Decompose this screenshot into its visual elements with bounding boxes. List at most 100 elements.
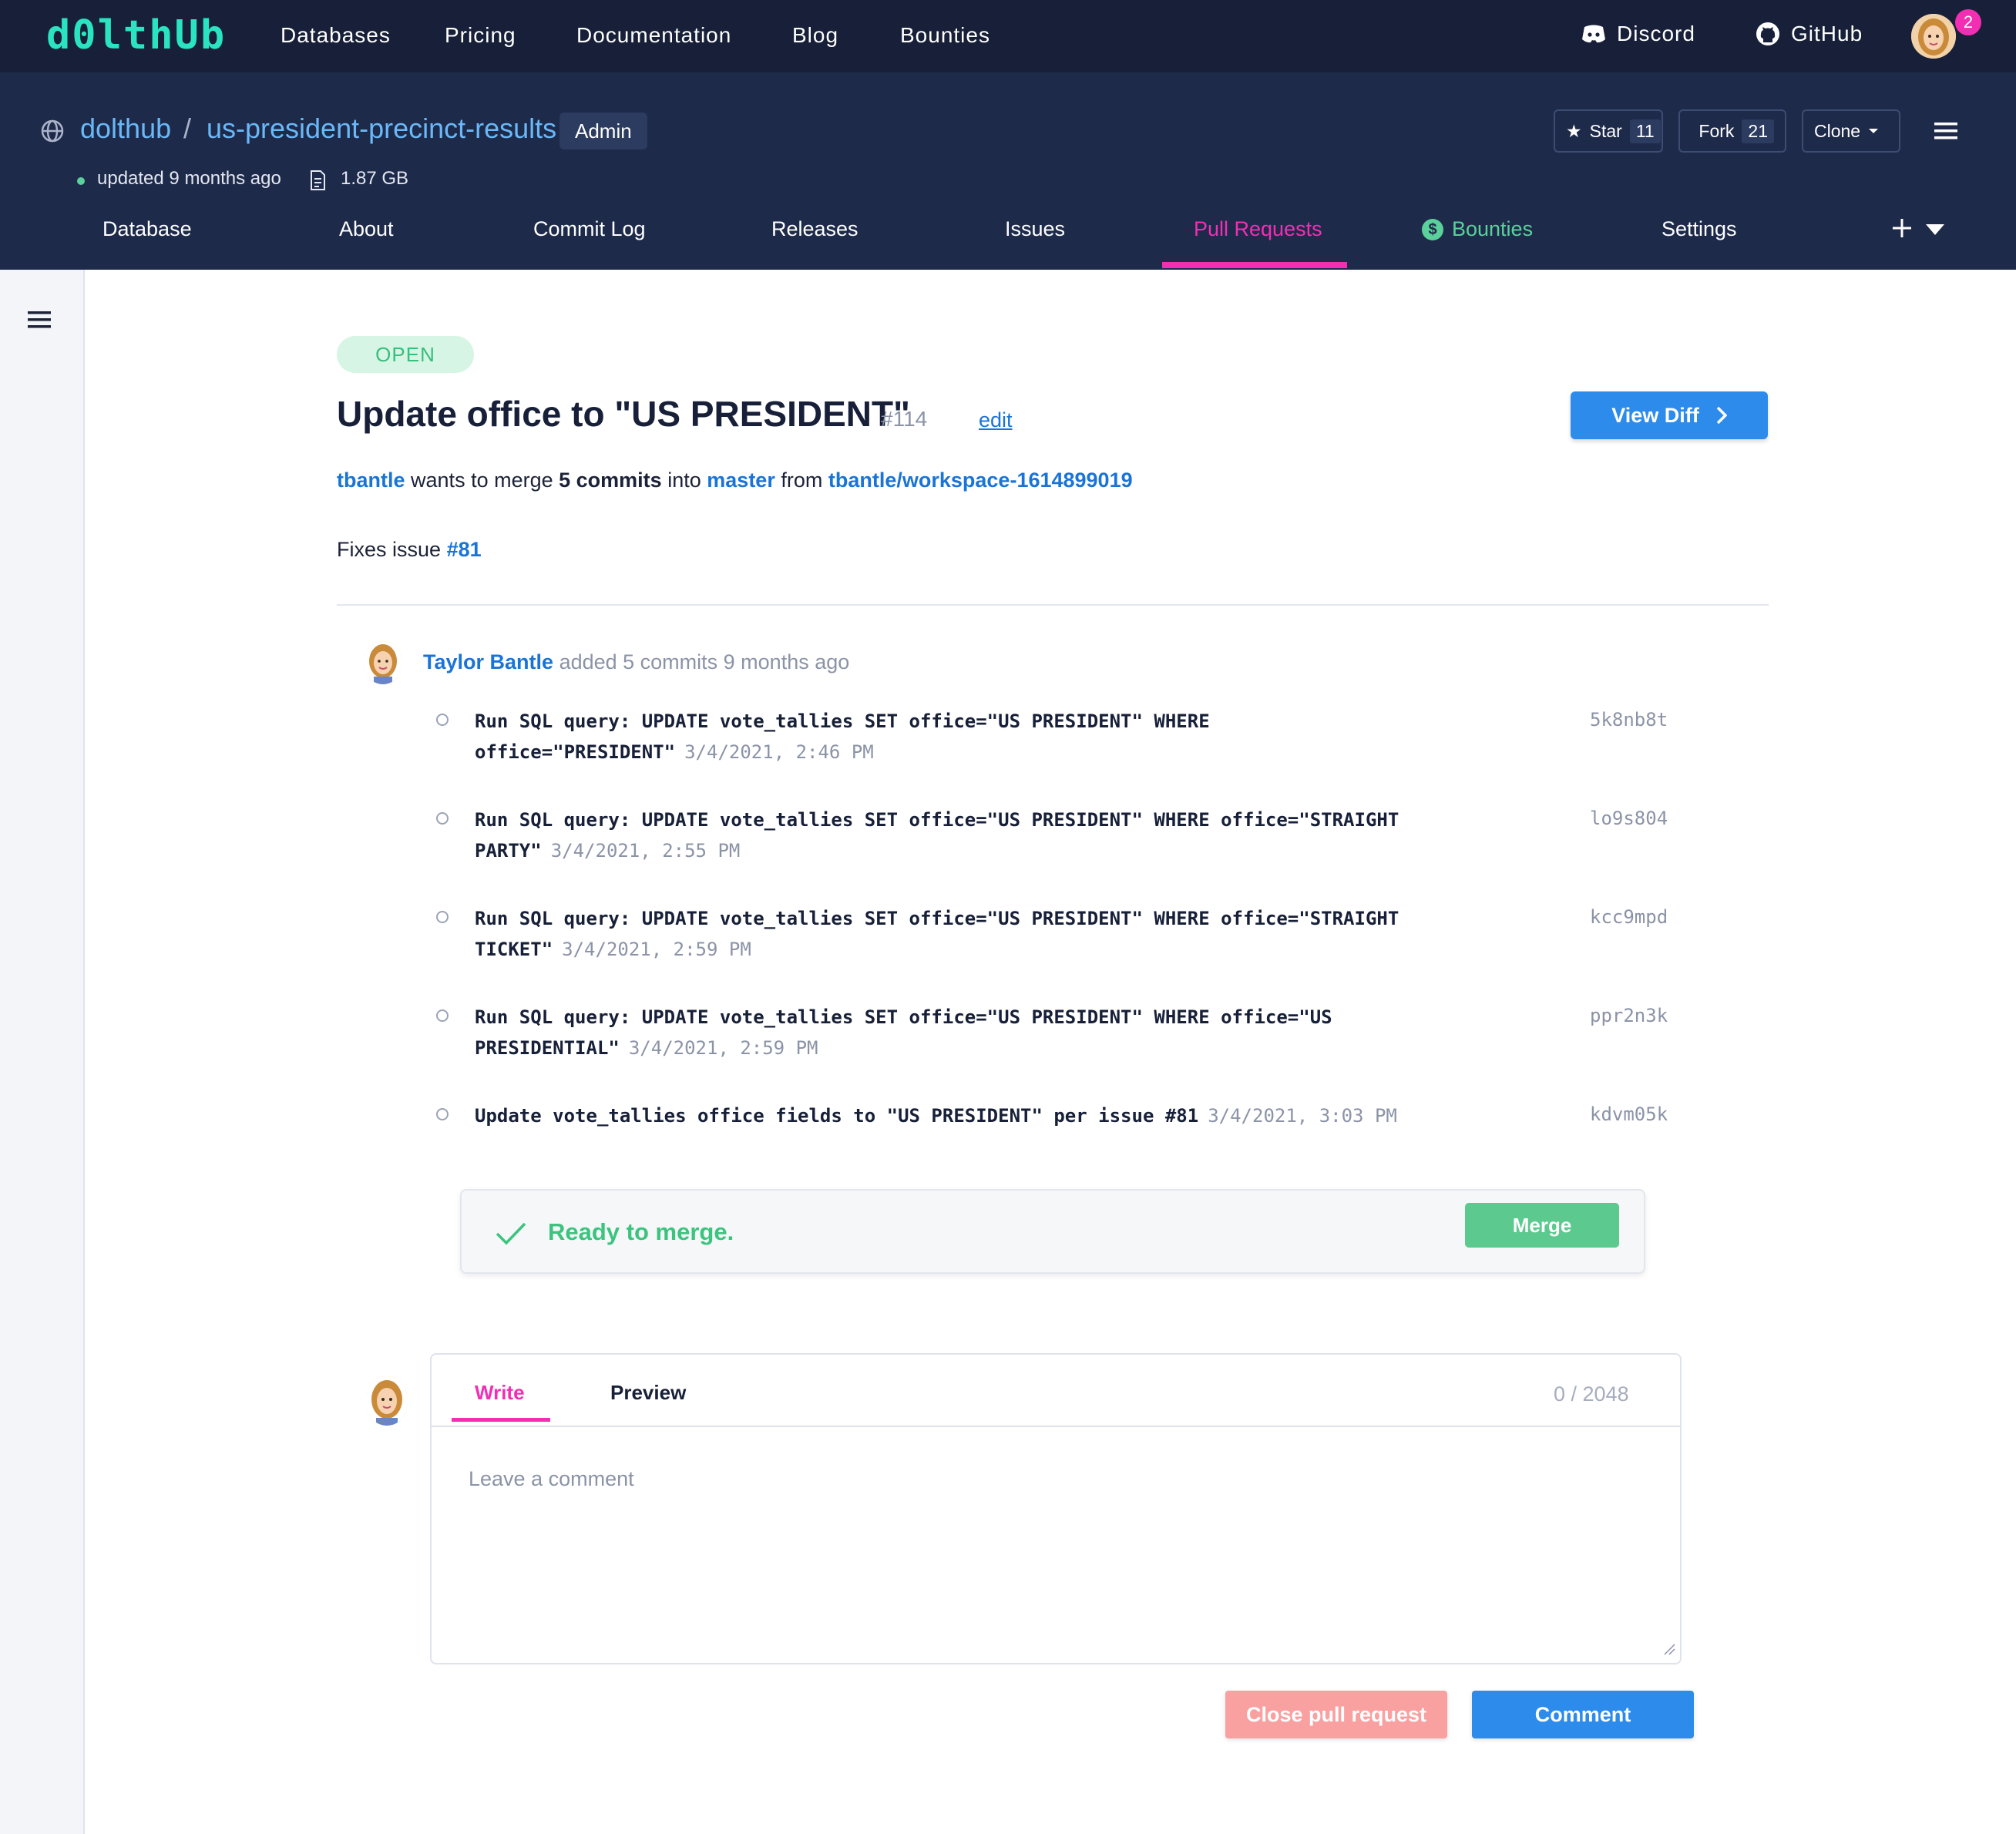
star-count: 11 — [1629, 119, 1661, 143]
resize-handle-icon[interactable] — [1663, 1643, 1675, 1655]
tab-about[interactable]: About — [339, 217, 394, 241]
view-diff-label: View Diff — [1611, 403, 1699, 427]
nav-databases[interactable]: Databases — [281, 23, 391, 48]
github-label: GitHub — [1791, 22, 1863, 45]
commit-hash[interactable]: kcc9mpd — [1590, 903, 1668, 931]
close-pull-request-button[interactable]: Close pull request — [1225, 1691, 1447, 1738]
tab-releases[interactable]: Releases — [771, 217, 858, 241]
clone-label: Clone — [1814, 120, 1861, 141]
status-badge: OPEN — [337, 336, 474, 373]
view-diff-button[interactable]: View Diff — [1571, 391, 1768, 439]
nav-pricing[interactable]: Pricing — [445, 23, 516, 48]
tab-database[interactable]: Database — [102, 217, 192, 241]
merge-status-text: Ready to merge. — [548, 1218, 734, 1245]
notification-badge[interactable]: 2 — [1955, 9, 1981, 35]
divider — [337, 604, 1769, 606]
commit-dot-icon — [436, 911, 449, 923]
star-button[interactable]: ★ Star 11 — [1554, 109, 1663, 153]
comment-textarea[interactable]: Leave a comment — [469, 1467, 634, 1491]
commit-date: 3/4/2021, 2:55 PM — [550, 840, 741, 862]
repo-owner-link[interactable]: dolthub — [80, 113, 171, 145]
nav-discord[interactable]: Discord — [1581, 22, 1695, 46]
discord-label: Discord — [1617, 22, 1695, 45]
nav-blog[interactable]: Blog — [792, 23, 838, 48]
role-badge: Admin — [559, 113, 647, 149]
plus-icon[interactable] — [1891, 217, 1913, 239]
source-branch-link[interactable]: tbantle/workspace-1614899019 — [828, 469, 1133, 492]
issue-link[interactable]: #81 — [447, 538, 482, 561]
commit-dot-icon — [436, 812, 449, 825]
repo-name-link[interactable]: us-president-precinct-results — [207, 113, 556, 145]
tab-issues[interactable]: Issues — [1005, 217, 1065, 241]
pr-description: Fixes issue #81 — [337, 538, 482, 562]
caret-down-icon — [1869, 129, 1879, 133]
tab-preview[interactable]: Preview — [610, 1381, 686, 1405]
commits-header-text: added 5 commits 9 months ago — [559, 650, 850, 673]
nav-github[interactable]: GitHub — [1756, 22, 1863, 46]
commit-author-link[interactable]: Taylor Bantle — [423, 650, 553, 673]
commit-hash[interactable]: lo9s804 — [1590, 804, 1668, 832]
merge-status-box: Ready to merge. Merge — [460, 1189, 1645, 1274]
avatar — [365, 641, 402, 684]
tab-settings[interactable]: Settings — [1662, 217, 1737, 241]
comment-button[interactable]: Comment — [1472, 1691, 1694, 1738]
fork-button[interactable]: Fork 21 — [1678, 109, 1786, 153]
repo-header: dolthub / us-president-precinct-results … — [0, 72, 2016, 270]
repo-path-separator: / — [183, 113, 192, 144]
description-text: Fixes issue — [337, 538, 442, 561]
merge-summary: tbantle wants to merge 5 commits into ma… — [337, 469, 1133, 492]
github-icon — [1756, 22, 1779, 45]
commit-dot-icon — [436, 1009, 449, 1022]
nav-documentation[interactable]: Documentation — [576, 23, 731, 48]
discord-icon — [1582, 25, 1605, 43]
fork-count: 21 — [1742, 119, 1774, 143]
user-avatar[interactable] — [1911, 14, 1956, 59]
tab-commit-log[interactable]: Commit Log — [533, 217, 646, 241]
page-title: Update office to "US PRESIDENT" — [337, 394, 910, 434]
tab-write[interactable]: Write — [475, 1381, 525, 1405]
check-icon — [496, 1222, 526, 1245]
commit-hash[interactable]: 5k8nb8t — [1590, 706, 1668, 734]
merge-button[interactable]: Merge — [1465, 1203, 1619, 1248]
star-label: Star — [1589, 120, 1622, 141]
chevron-right-icon — [1716, 406, 1727, 425]
commit-count: 5 commits — [559, 469, 662, 492]
editor-divider — [432, 1426, 1680, 1427]
commit-date: 3/4/2021, 2:59 PM — [628, 1037, 818, 1059]
author-link[interactable]: tbantle — [337, 469, 405, 492]
dolthub-logo[interactable]: d0lthUb — [46, 12, 226, 59]
edit-link[interactable]: edit — [979, 408, 1013, 432]
comment-editor: Write Preview 0 / 2048 Leave a comment — [430, 1353, 1682, 1664]
commit-dot-icon — [436, 1108, 449, 1120]
nav-bounties[interactable]: Bounties — [900, 23, 990, 48]
commit-date: 3/4/2021, 3:03 PM — [1208, 1105, 1397, 1127]
hamburger-icon[interactable] — [1934, 122, 1957, 140]
commit-message: Run SQL query: UPDATE vote_tallies SET o… — [475, 1006, 1332, 1059]
caret-down-icon[interactable] — [1925, 223, 1945, 236]
status-dot — [77, 177, 85, 185]
commit-hash[interactable]: kdvm05k — [1590, 1100, 1668, 1128]
commit-hash[interactable]: ppr2n3k — [1590, 1002, 1668, 1030]
commit-date: 3/4/2021, 2:46 PM — [684, 741, 874, 763]
fork-label: Fork — [1698, 120, 1735, 141]
merge-text-2: into — [667, 469, 701, 492]
dollar-icon: $ — [1422, 219, 1443, 240]
star-icon: ★ — [1566, 120, 1582, 141]
target-branch-link[interactable]: master — [707, 469, 775, 492]
globe-icon — [41, 119, 64, 143]
write-tab-indicator — [452, 1418, 550, 1422]
database-size-icon — [311, 170, 325, 190]
avatar — [367, 1376, 407, 1426]
sidebar-toggle-icon[interactable] — [28, 311, 51, 328]
commit-date: 3/4/2021, 2:59 PM — [562, 939, 751, 960]
avatar-image — [1911, 14, 1956, 59]
clone-button[interactable]: Clone — [1802, 109, 1900, 153]
tab-bounties[interactable]: Bounties — [1452, 217, 1533, 241]
merge-text-3: from — [781, 469, 823, 492]
commit-message: Update vote_tallies office fields to "US… — [475, 1105, 1199, 1127]
pr-number: #114 — [881, 407, 928, 431]
tab-pull-requests[interactable]: Pull Requests — [1194, 217, 1322, 241]
left-sidebar — [0, 270, 85, 1834]
commit-dot-icon — [436, 714, 449, 726]
top-navbar: d0lthUb Databases Pricing Documentation … — [0, 0, 2016, 72]
